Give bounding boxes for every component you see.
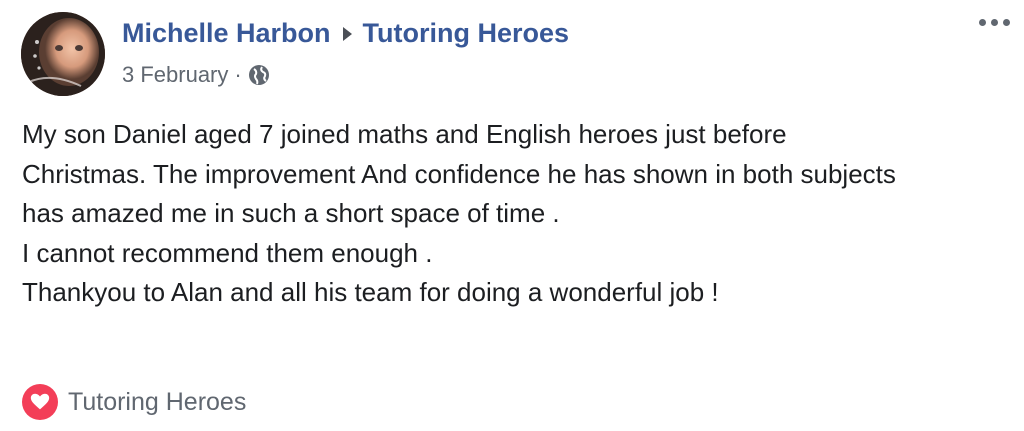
post-body-line: Christmas. The improvement And confidenc… [22, 158, 896, 189]
more-options-icon[interactable] [974, 10, 1014, 34]
dot [978, 18, 986, 26]
dot [1002, 18, 1010, 26]
arrow-right-icon [342, 26, 352, 41]
dot [990, 18, 998, 26]
reaction-summary[interactable]: Tutoring Heroes [22, 384, 246, 420]
post-body: My son Daniel aged 7 joined maths and En… [22, 115, 1012, 313]
meta-separator: · [234, 62, 242, 87]
post-body-line: Thankyou to Alan and all his team for do… [22, 277, 719, 307]
post-body-line: I cannot recommend them enough . [22, 237, 433, 268]
post-body-line: My son Daniel aged 7 joined maths and En… [22, 119, 787, 149]
love-icon [22, 384, 58, 420]
post-body-line: has amazed me in such a short space of t… [22, 198, 560, 228]
post-meta: 3 February · [122, 62, 270, 88]
post-date-link[interactable]: 3 February [122, 62, 228, 88]
author-name-link[interactable]: Michelle Harbon [122, 18, 331, 49]
reaction-label: Tutoring Heroes [68, 387, 247, 416]
avatar[interactable] [21, 12, 105, 96]
post-header: Michelle Harbon Tutoring Heroes [122, 18, 569, 49]
target-page-link[interactable]: Tutoring Heroes [363, 18, 570, 49]
facebook-post: Michelle Harbon Tutoring Heroes 3 Februa… [0, 0, 1024, 431]
avatar-image [21, 12, 105, 96]
globe-icon[interactable] [248, 64, 270, 86]
